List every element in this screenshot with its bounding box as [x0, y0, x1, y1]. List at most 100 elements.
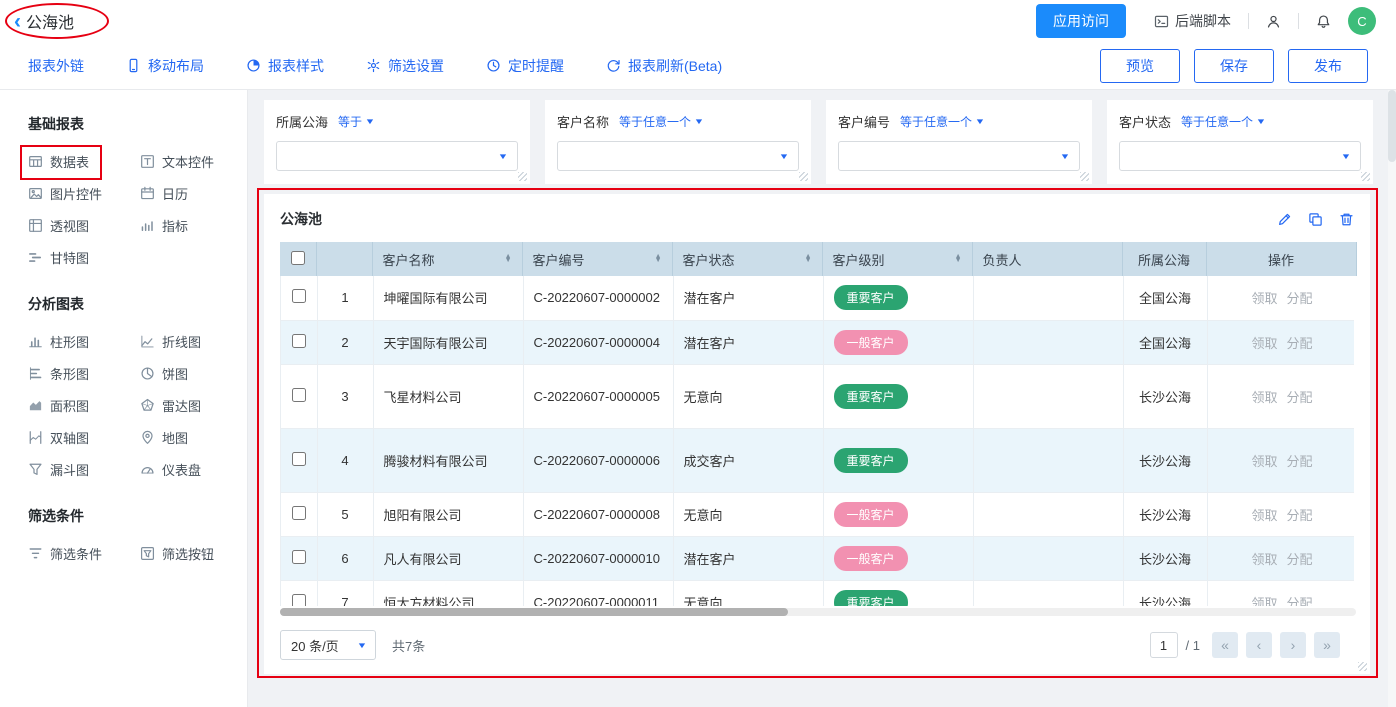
resize-handle[interactable]	[1358, 662, 1367, 671]
page-scrollbar-thumb[interactable]	[1388, 90, 1396, 162]
sidebar-item-bar-chart[interactable]: 条形图	[28, 364, 140, 382]
assign-link[interactable]: 分配	[1287, 336, 1313, 351]
filter-operator-dropdown[interactable]: 等于▼	[338, 113, 374, 130]
sidebar-item-image-widget[interactable]: 图片控件	[28, 184, 140, 202]
filter-value-select[interactable]: ▼	[1119, 141, 1361, 171]
assign-link[interactable]: 分配	[1287, 454, 1313, 469]
horizontal-scrollbar-thumb[interactable]	[280, 608, 788, 616]
assign-link[interactable]: 分配	[1287, 390, 1313, 405]
last-page-button[interactable]: »	[1314, 632, 1340, 658]
user-icon[interactable]	[1266, 14, 1281, 29]
edit-icon[interactable]	[1277, 212, 1292, 227]
toolbar-item-scheduled-reminder[interactable]: 定时提醒	[486, 56, 564, 76]
preview-button[interactable]: 预览	[1100, 49, 1180, 83]
column-header-2[interactable]: 客户状态▲▼	[672, 242, 822, 276]
sidebar-item-map[interactable]: 地图	[140, 428, 247, 446]
sidebar-item-gantt[interactable]: 甘特图	[28, 248, 140, 266]
page-size-select[interactable]: 20 条/页 ▼	[280, 630, 376, 660]
prev-page-button[interactable]: ‹	[1246, 632, 1272, 658]
sidebar-item-gauge[interactable]: 仪表盘	[140, 460, 247, 478]
filter-widget-card[interactable]: 所属公海等于▼▼	[264, 100, 530, 184]
claim-link[interactable]: 领取	[1251, 508, 1277, 523]
filter-widget-card[interactable]: 客户状态等于任意一个▼▼	[1107, 100, 1373, 184]
actions-cell: 领取分配	[1207, 492, 1354, 536]
sidebar-item-line-chart[interactable]: 折线图	[140, 332, 247, 350]
claim-link[interactable]: 领取	[1251, 454, 1277, 469]
app-access-button[interactable]: 应用访问	[1036, 4, 1126, 38]
toolbar-item-filter-settings[interactable]: 筛选设置	[366, 56, 444, 76]
column-header-1[interactable]: 客户编号▲▼	[522, 242, 672, 276]
claim-link[interactable]: 领取	[1251, 552, 1277, 567]
first-page-button[interactable]: «	[1212, 632, 1238, 658]
column-header-0[interactable]: 客户名称▲▼	[372, 242, 522, 276]
claim-link[interactable]: 领取	[1251, 291, 1277, 306]
total-count: 共7条	[392, 636, 425, 655]
level-badge: 重要客户	[834, 285, 908, 310]
toolbar-item-report-refresh[interactable]: 报表刷新(Beta)	[606, 56, 722, 76]
notification-bell-icon[interactable]	[1316, 14, 1331, 29]
assign-link[interactable]: 分配	[1287, 552, 1313, 567]
claim-link[interactable]: 领取	[1251, 336, 1277, 351]
sidebar-item-dual-axis-chart[interactable]: 双轴图	[28, 428, 140, 446]
resize-handle[interactable]	[1080, 172, 1089, 181]
select-all-checkbox[interactable]	[291, 251, 305, 265]
publish-button[interactable]: 发布	[1288, 49, 1368, 83]
row-checkbox[interactable]	[292, 388, 306, 402]
filter-widget-card[interactable]: 客户编号等于任意一个▼▼	[826, 100, 1092, 184]
sidebar-item-column-chart[interactable]: 柱形图	[28, 332, 140, 350]
filter-operator-dropdown[interactable]: 等于任意一个▼	[1181, 113, 1265, 130]
toolbar-item-mobile-layout[interactable]: 移动布局	[126, 56, 204, 76]
back-icon[interactable]: ‹	[14, 11, 21, 32]
save-button[interactable]: 保存	[1194, 49, 1274, 83]
copy-icon[interactable]	[1308, 212, 1323, 227]
sort-icon[interactable]: ▲▼	[505, 255, 512, 264]
sidebar-item-radar-chart[interactable]: 雷达图	[140, 396, 247, 414]
assign-link[interactable]: 分配	[1287, 596, 1313, 607]
sidebar-item-area-chart[interactable]: 面积图	[28, 396, 140, 414]
sidebar-item-funnel-chart[interactable]: 漏斗图	[28, 460, 140, 478]
row-checkbox[interactable]	[292, 594, 306, 607]
claim-link[interactable]: 领取	[1251, 596, 1277, 607]
filter-operator-dropdown[interactable]: 等于任意一个▼	[619, 113, 703, 130]
trash-icon[interactable]	[1339, 212, 1354, 227]
row-checkbox[interactable]	[292, 452, 306, 466]
sidebar-item-pivot[interactable]: 透视图	[28, 216, 140, 234]
sidebar-item-text-widget[interactable]: 文本控件	[140, 152, 247, 170]
current-page-input[interactable]: 1	[1150, 632, 1178, 658]
resize-handle[interactable]	[1361, 172, 1370, 181]
filter-operator-dropdown[interactable]: 等于任意一个▼	[900, 113, 984, 130]
resize-handle[interactable]	[799, 172, 808, 181]
row-checkbox[interactable]	[292, 334, 306, 348]
assign-link[interactable]: 分配	[1287, 508, 1313, 523]
sort-icon[interactable]: ▲▼	[655, 255, 662, 264]
table-widget-card[interactable]: 公海池 客户名称▲▼客户编号▲▼客户状态▲▼客户级别▲▼负责人所属公海操作 1坤…	[264, 194, 1370, 674]
sidebar-item-metric[interactable]: 指标	[140, 216, 247, 234]
backend-script-button[interactable]: 后端脚本	[1154, 11, 1231, 31]
filter-value-select[interactable]: ▼	[276, 141, 518, 171]
sidebar-item-calendar[interactable]: 日历	[140, 184, 247, 202]
assign-link[interactable]: 分配	[1287, 291, 1313, 306]
page-scrollbar[interactable]	[1388, 90, 1396, 707]
filter-value-select[interactable]: ▼	[838, 141, 1080, 171]
sidebar-item-filter-button[interactable]: 筛选按钮	[140, 544, 247, 562]
sort-icon[interactable]: ▲▼	[805, 255, 812, 264]
row-checkbox[interactable]	[292, 506, 306, 520]
toolbar-item-report-external-link[interactable]: 报表外链	[28, 56, 84, 76]
row-checkbox[interactable]	[292, 550, 306, 564]
next-page-button[interactable]: ›	[1280, 632, 1306, 658]
resize-handle[interactable]	[518, 172, 527, 181]
report-toolbar: 报表外链 移动布局 报表样式 筛选设置 定时提醒 报表刷新(Beta) 预览保存发布	[0, 42, 1396, 90]
row-checkbox[interactable]	[292, 289, 306, 303]
sidebar-item-filter[interactable]: 筛选条件	[28, 544, 140, 562]
sidebar-item-pie-chart[interactable]: 饼图	[140, 364, 247, 382]
horizontal-scrollbar[interactable]	[280, 608, 1356, 616]
sort-icon[interactable]: ▲▼	[955, 255, 962, 264]
avatar[interactable]: C	[1348, 7, 1376, 35]
pie-chart-icon	[140, 366, 155, 381]
filter-widget-card[interactable]: 客户名称等于任意一个▼▼	[545, 100, 811, 184]
sidebar-item-data-table[interactable]: 数据表	[28, 152, 140, 170]
filter-value-select[interactable]: ▼	[557, 141, 799, 171]
toolbar-item-report-style[interactable]: 报表样式	[246, 56, 324, 76]
column-header-3[interactable]: 客户级别▲▼	[822, 242, 972, 276]
claim-link[interactable]: 领取	[1251, 390, 1277, 405]
